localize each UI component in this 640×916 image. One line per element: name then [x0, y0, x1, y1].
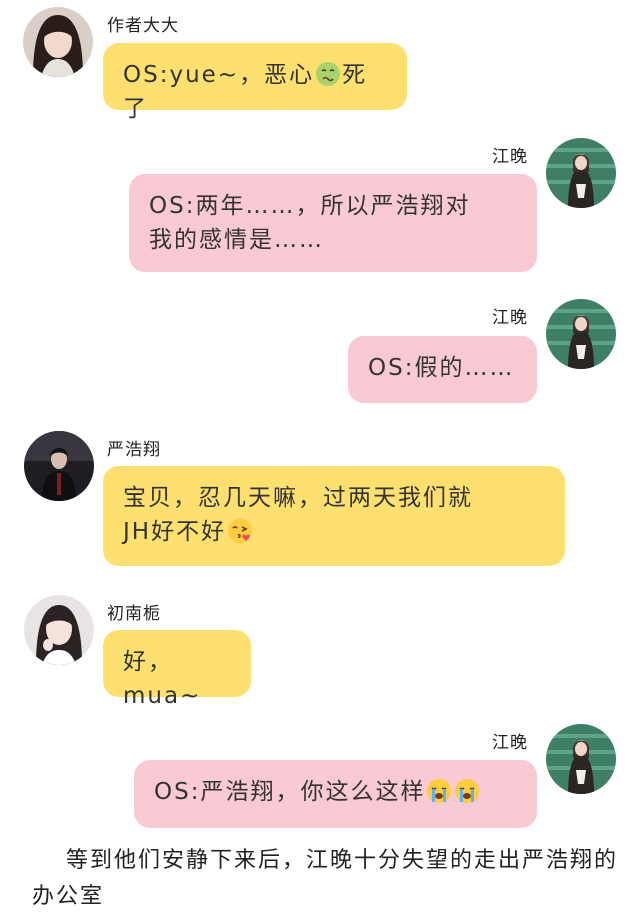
avatar-chunanzhi[interactable] [24, 595, 94, 665]
message-text-line: 我的感情是…… [149, 227, 324, 253]
nauseated-face-icon [315, 61, 341, 87]
face-blowing-kiss-icon [227, 518, 253, 544]
message-bubble[interactable]: 宝贝，忍几天嘛，过两天我们就 JH好不好 [103, 466, 565, 566]
message-text: 好，mua~ [123, 649, 202, 709]
avatar-yanhaoxiang[interactable] [24, 431, 94, 501]
narration-text: 等到他们安静下来后，江晚十分失望的走出严浩翔的办公室 [32, 848, 619, 909]
message-text-line: JH好不好 [123, 519, 227, 545]
sender-name: 严浩翔 [107, 440, 161, 460]
loudly-crying-face-icon [426, 778, 452, 804]
sender-name: 江晚 [492, 147, 528, 167]
message-bubble[interactable]: 好，mua~ [103, 630, 251, 709]
message-text-line: OS:两年……，所以严浩翔对 [149, 193, 471, 219]
avatar-jiangwan[interactable] [546, 724, 616, 794]
message-bubble[interactable]: OS:严浩翔，你这么这样 [134, 760, 537, 828]
sender-name: 作者大大 [107, 16, 179, 36]
message-text: OS:严浩翔，你这么这样 [154, 779, 426, 805]
avatar-jiangwan[interactable] [546, 299, 616, 369]
message-text-line: 宝贝，忍几天嘛，过两天我们就 [123, 485, 473, 511]
sender-name: 初南栀 [107, 604, 161, 624]
avatar-jiangwan[interactable] [546, 138, 616, 208]
message-bubble[interactable]: OS:假的…… [348, 336, 537, 403]
message-bubble[interactable]: OS:两年……，所以严浩翔对 我的感情是…… [129, 174, 537, 272]
message-text: OS:假的…… [368, 355, 515, 381]
message-text: OS:yue~，恶心 [123, 62, 315, 88]
loudly-crying-face-icon [454, 778, 480, 804]
avatar-author[interactable] [23, 7, 93, 77]
sender-name: 江晚 [492, 733, 528, 753]
message-bubble[interactable]: OS:yue~，恶心 死了 [103, 43, 407, 122]
sender-name: 江晚 [492, 308, 528, 328]
